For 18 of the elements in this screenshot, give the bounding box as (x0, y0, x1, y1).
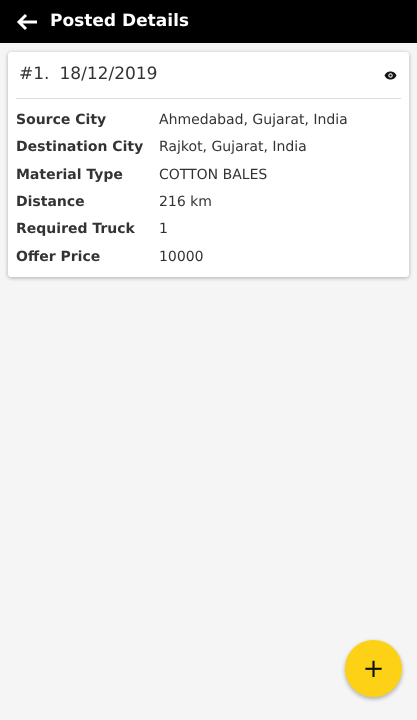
field-value: Rajkot, Gujarat, India (159, 138, 307, 158)
field-label: Distance (16, 193, 86, 212)
post-number: #1. (19, 63, 50, 86)
add-button[interactable]: + (345, 640, 402, 697)
field-label: Offer Price (16, 248, 102, 267)
field-label: Material Type (16, 166, 124, 185)
field-value: Ahmedabad, Gujarat, India (159, 111, 348, 130)
field-label: Destination City (16, 138, 144, 158)
field-value: 216 km (159, 193, 212, 212)
post-date: 18/12/2019 (59, 63, 158, 86)
back-button[interactable] (16, 12, 38, 30)
field-label: Required Truck (16, 220, 136, 240)
field-value: COTTON BALES (159, 166, 268, 185)
field-label: Source City (16, 111, 108, 130)
screen-title: Posted Details (50, 10, 190, 33)
field-value: 10000 (159, 248, 204, 267)
view-icon[interactable] (384, 70, 397, 80)
field-value: 1 (159, 220, 168, 240)
